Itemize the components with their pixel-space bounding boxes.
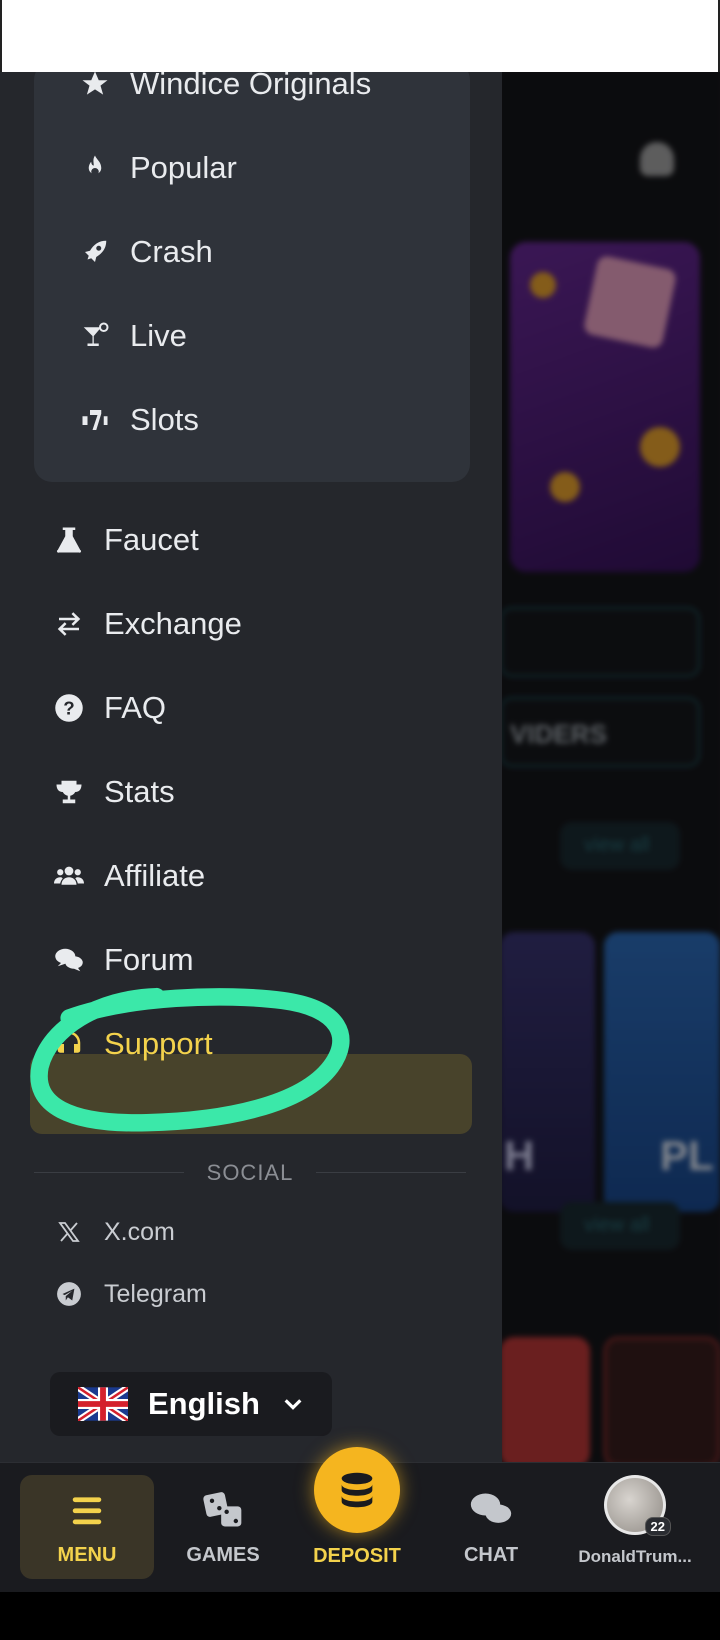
menu-item-label: Popular	[130, 150, 237, 185]
question-icon: ?	[52, 691, 86, 725]
nav-menu-label: MENU	[57, 1544, 117, 1566]
menu-item-crash[interactable]: Crash	[78, 234, 213, 270]
rocket-icon	[78, 235, 112, 269]
telegram-icon	[54, 1279, 84, 1309]
social-heading: SOCIAL	[206, 1160, 294, 1185]
exchange-icon	[52, 607, 86, 641]
app-screen: VIDERS view all H PL view all Windice Or…	[0, 72, 720, 1592]
bottom-nav: MENU GAMES DEPOSIT CHAT 22 DonaldTrum...	[0, 1447, 720, 1592]
menu-item-faq[interactable]: ? FAQ	[52, 690, 166, 726]
side-menu: Windice Originals Popular Crash Live Slo…	[0, 72, 502, 1462]
menu-item-label: Support	[104, 1026, 213, 1061]
menu-item-support-active-bg[interactable]	[30, 1054, 472, 1134]
comments-icon	[52, 943, 86, 977]
menu-item-popular[interactable]: Popular	[78, 150, 237, 186]
nav-chat[interactable]: CHAT	[424, 1475, 558, 1579]
menu-item-label: Crash	[130, 234, 213, 269]
nav-profile[interactable]: 22 DonaldTrum...	[560, 1475, 710, 1579]
star-icon	[78, 72, 112, 101]
fire-icon	[78, 151, 112, 185]
menu-item-forum[interactable]: Forum	[52, 942, 194, 978]
menu-item-slots[interactable]: Slots	[78, 402, 199, 438]
social-item-label: Telegram	[104, 1279, 207, 1308]
hamburger-icon	[65, 1488, 109, 1532]
cocktail-icon	[78, 319, 112, 353]
x-icon	[54, 1217, 84, 1247]
menu-item-support[interactable]: Support	[52, 1026, 213, 1062]
avatar: 22	[604, 1475, 671, 1536]
menu-item-label: Faucet	[104, 522, 199, 557]
system-nav-area	[0, 1592, 720, 1640]
nav-menu[interactable]: MENU	[20, 1475, 154, 1579]
menu-item-label: Forum	[104, 942, 194, 977]
dice-icon	[201, 1488, 245, 1532]
menu-item-label: FAQ	[104, 690, 167, 725]
menu-item-faucet[interactable]: Faucet	[52, 522, 199, 558]
language-label: English	[148, 1386, 260, 1421]
deposit-button[interactable]	[314, 1447, 400, 1533]
menu-item-label: Exchange	[104, 606, 242, 641]
menu-item-label: Live	[130, 318, 187, 353]
users-icon	[52, 859, 86, 893]
menu-item-affiliate[interactable]: Affiliate	[52, 858, 205, 894]
menu-item-label: Slots	[130, 402, 199, 437]
headset-icon	[52, 1027, 86, 1061]
menu-item-stats[interactable]: Stats	[52, 774, 175, 810]
svg-text:?: ?	[63, 697, 74, 718]
menu-item-exchange[interactable]: Exchange	[52, 606, 242, 642]
status-bar-area	[0, 0, 720, 72]
language-selector[interactable]: English	[50, 1372, 332, 1436]
nav-games[interactable]: GAMES	[156, 1475, 290, 1579]
menu-item-label: Stats	[104, 774, 175, 809]
menu-item-label: Affiliate	[104, 858, 206, 893]
uk-flag-icon	[78, 1387, 128, 1421]
trophy-icon	[52, 775, 86, 809]
menu-item-label: Windice Originals	[130, 72, 372, 101]
social-item-label: X.com	[104, 1217, 175, 1246]
drawer-overlay[interactable]	[500, 72, 720, 1462]
chat-icon	[469, 1488, 513, 1532]
nav-chat-label: CHAT	[463, 1544, 519, 1566]
social-item-telegram[interactable]: Telegram	[54, 1279, 207, 1309]
menu-item-windice-originals[interactable]: Windice Originals	[78, 72, 371, 102]
social-item-x[interactable]: X.com	[54, 1217, 175, 1247]
username-label: DonaldTrum...	[578, 1547, 692, 1566]
chevron-down-icon	[284, 1399, 302, 1410]
nav-deposit-label[interactable]: DEPOSIT	[300, 1545, 414, 1568]
flask-icon	[52, 523, 86, 557]
nav-games-label: GAMES	[186, 1544, 260, 1566]
coins-icon	[341, 1472, 373, 1508]
slots-icon	[78, 403, 112, 437]
level-badge: 22	[644, 1517, 671, 1536]
menu-item-live[interactable]: Live	[78, 318, 187, 354]
